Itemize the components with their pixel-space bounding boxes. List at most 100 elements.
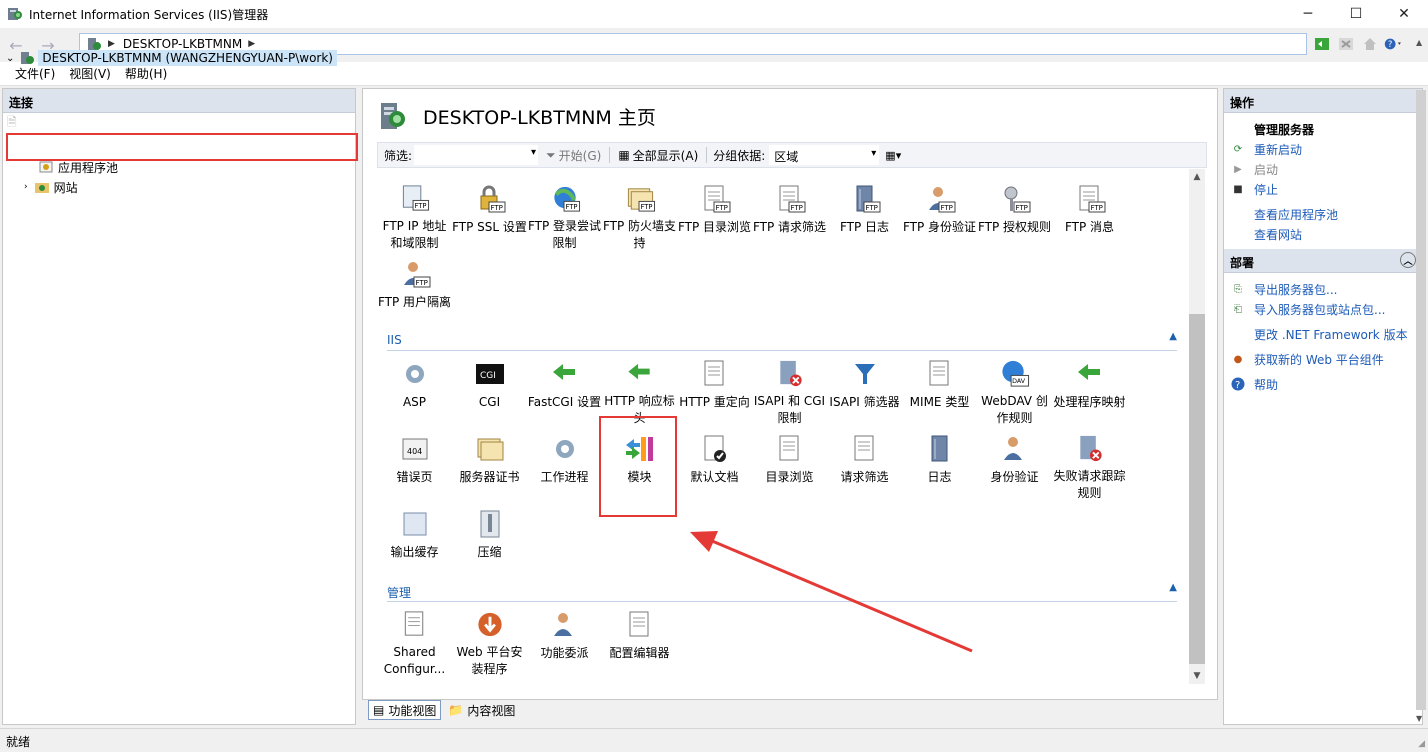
expand-chevron-icon[interactable]: ⌄ xyxy=(6,53,14,64)
window-scrollbar[interactable]: ▲ ▼ xyxy=(1414,30,1428,730)
close-button[interactable]: ✕ xyxy=(1380,0,1428,28)
export-icon: ⎘ xyxy=(1234,283,1242,295)
action-view-app-pools[interactable]: 查看应用程序池 xyxy=(1224,204,1422,224)
feature-webdav[interactable]: DAV WebDAV 创作规则 xyxy=(977,352,1052,427)
ftp-ip-icon: FTP xyxy=(402,185,429,211)
feature-isapi-filter[interactable]: ISAPI 筛选器 xyxy=(827,352,902,427)
error-page-icon: 404 xyxy=(402,438,427,460)
feature-output-cache[interactable]: 输出缓存 xyxy=(377,502,452,577)
section-iis[interactable]: IIS ▲ xyxy=(387,331,1177,351)
view-mode-icon[interactable]: ▦▾ xyxy=(885,149,901,162)
feature-log[interactable]: 日志 xyxy=(902,427,977,502)
svg-text:FTP: FTP xyxy=(940,204,952,212)
tree-node-server[interactable]: ⌄ DESKTOP-LKBTMNM (WANGZHENGYUAN-P\work) xyxy=(4,48,354,68)
feature-label: 错误页 xyxy=(396,470,433,484)
filter-start-button[interactable]: ⏷ 开始(G) xyxy=(546,147,601,164)
action-stop-label: 停止 xyxy=(1254,182,1279,197)
collapse-chevron-icon[interactable]: ▲ xyxy=(1169,331,1177,342)
maximize-button[interactable]: ☐ xyxy=(1332,0,1380,28)
scroll-thumb[interactable] xyxy=(1416,90,1426,710)
feature-auth[interactable]: 身份验证 xyxy=(977,427,1052,502)
feature-label: ISAPI 和 CGI 限制 xyxy=(753,394,826,425)
svg-text:FTP: FTP xyxy=(790,204,802,212)
action-export-package[interactable]: ⎘ 导出服务器包... xyxy=(1224,279,1422,299)
refresh-icon[interactable] xyxy=(1312,34,1332,54)
feature-mime[interactable]: MIME 类型 xyxy=(902,352,977,427)
home-icon[interactable] xyxy=(1360,34,1380,54)
new-connection-icon[interactable]: 🗎 xyxy=(7,115,17,129)
feature-ftp-isolation[interactable]: FTP FTP 用户隔离 xyxy=(377,252,452,327)
feature-asp[interactable]: ASP xyxy=(377,352,452,427)
feature-shared-config[interactable]: Shared Configur... xyxy=(377,603,452,678)
feature-request-filter[interactable]: 请求筛选 xyxy=(827,427,902,502)
action-change-dotnet[interactable]: 更改 .NET Framework 版本 xyxy=(1224,324,1422,344)
feature-dir-browse[interactable]: 目录浏览 xyxy=(752,427,827,502)
feature-ftp-ssl[interactable]: FTP FTP SSL 设置 xyxy=(452,177,527,252)
expand-arrow-icon[interactable]: › xyxy=(24,182,28,192)
tree-node-sites[interactable]: › 网站 xyxy=(24,177,78,197)
feature-label: 默认文档 xyxy=(690,470,739,484)
scroll-up-icon[interactable]: ▲ xyxy=(1189,169,1205,185)
tab-content-view[interactable]: 📁 内容视图 xyxy=(443,700,520,720)
feature-handler[interactable]: 处理程序映射 xyxy=(1052,352,1127,427)
window-title: Internet Information Services (IIS)管理器 xyxy=(29,7,269,22)
feature-worker-process[interactable]: 工作进程 xyxy=(527,427,602,502)
resize-grip-icon[interactable]: ◢ xyxy=(1418,739,1425,749)
feature-ftp-auth[interactable]: FTP FTP 身份验证 xyxy=(902,177,977,252)
feature-ftp-filter[interactable]: FTP FTP 请求筛选 xyxy=(752,177,827,252)
feature-ftp-ip[interactable]: FTP FTP IP 地址和域限制 xyxy=(377,177,452,252)
feature-compression[interactable]: 压缩 xyxy=(452,502,527,577)
ftp-ssl-icon: FTP xyxy=(480,185,505,213)
tree-node-app-pools[interactable]: 应用程序池 xyxy=(38,157,118,177)
handler-icon xyxy=(1077,364,1100,380)
feature-ftp-log[interactable]: FTP FTP 日志 xyxy=(827,177,902,252)
feature-certificate[interactable]: 服务器证书 xyxy=(452,427,527,502)
feature-config-editor[interactable]: 配置编辑器 xyxy=(602,603,677,678)
feature-ftp-login[interactable]: FTP FTP 登录尝试限制 xyxy=(527,177,602,252)
action-start[interactable]: ▶ 启动 xyxy=(1224,159,1422,179)
feature-fastcgi[interactable]: FastCGI 设置 xyxy=(527,352,602,427)
action-get-web-platform[interactable]: ● 获取新的 Web 平台组件 xyxy=(1224,349,1422,369)
tab-features-view[interactable]: ▤ 功能视图 xyxy=(368,700,442,720)
feature-ftp-msg[interactable]: FTP FTP 消息 xyxy=(1052,177,1127,252)
action-stop[interactable]: ■ 停止 xyxy=(1224,179,1422,199)
stop-nav-icon[interactable] xyxy=(1336,34,1356,54)
filter-input[interactable] xyxy=(414,145,539,165)
action-restart[interactable]: ⟳ 重新启动 xyxy=(1224,139,1422,159)
feature-default-doc[interactable]: 默认文档 xyxy=(677,427,752,502)
config-editor-icon xyxy=(629,611,648,637)
feature-cgi[interactable]: CGI CGI xyxy=(452,352,527,427)
action-help[interactable]: ? 帮助 xyxy=(1224,374,1422,394)
show-all-button[interactable]: ▦ 全部显示(A) xyxy=(618,147,698,164)
collapse-chevron-icon[interactable]: ▲ xyxy=(1169,582,1177,593)
group-by-select[interactable]: 区域 xyxy=(769,145,880,165)
svg-text:FTP: FTP xyxy=(865,204,877,212)
scroll-down-icon[interactable]: ▼ xyxy=(1189,668,1205,684)
scroll-thumb[interactable] xyxy=(1189,314,1205,664)
feature-label: MIME 类型 xyxy=(909,395,970,409)
feature-failed-request[interactable]: 失败请求跟踪规则 xyxy=(1052,427,1127,502)
scroll-up-icon[interactable]: ▲ xyxy=(1416,38,1422,47)
tree-node-sites-label: 网站 xyxy=(53,180,78,195)
svg-text:FTP: FTP xyxy=(715,204,727,212)
group-by-value: 区域 xyxy=(774,150,799,164)
action-view-sites[interactable]: 查看网站 xyxy=(1224,224,1422,244)
action-import-package[interactable]: ⎗ 导入服务器包或站点包... xyxy=(1224,299,1422,319)
ftp-msg-icon: FTP xyxy=(1079,185,1105,213)
feature-ftp-authz[interactable]: FTP FTP 授权规则 xyxy=(977,177,1052,252)
feature-ftp-firewall[interactable]: FTP FTP 防火墙支持 xyxy=(602,177,677,252)
scroll-down-icon[interactable]: ▼ xyxy=(1416,714,1422,723)
minimize-button[interactable]: ─ xyxy=(1284,0,1332,28)
help-nav-icon[interactable]: ? xyxy=(1384,34,1404,54)
tree-node-app-pools-label: 应用程序池 xyxy=(58,160,119,175)
feature-error-page[interactable]: 404 错误页 xyxy=(377,427,452,502)
app-pool-icon xyxy=(39,161,53,173)
feature-http-redirect[interactable]: HTTP 重定向 xyxy=(677,352,752,427)
feature-ftp-dir[interactable]: FTP FTP 目录浏览 xyxy=(677,177,752,252)
feature-web-platform[interactable]: Web 平台安装程序 xyxy=(452,603,527,678)
feature-isapi-cgi[interactable]: ISAPI 和 CGI 限制 xyxy=(752,352,827,427)
section-management[interactable]: 管理 ▲ xyxy=(387,582,1177,602)
features-scrollbar[interactable]: ▲ ▼ xyxy=(1189,169,1205,684)
page-title-area: DESKTOP-LKBTMNM 主页 xyxy=(375,99,656,133)
feature-feature-delegation[interactable]: 功能委派 xyxy=(527,603,602,678)
